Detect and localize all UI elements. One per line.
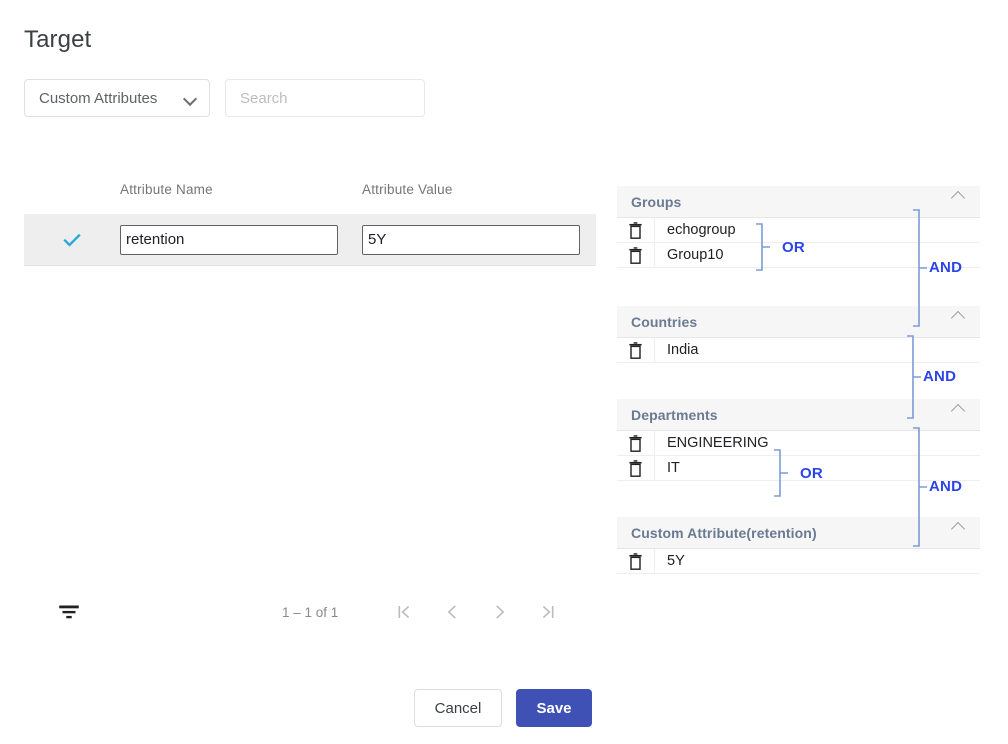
rule-summary-panel: Groups echogroup Group10 Countries India… — [617, 186, 980, 574]
table-header-row: Attribute Name Attribute Value — [24, 176, 596, 214]
chevron-up-icon[interactable] — [952, 308, 966, 322]
chevron-right-icon — [496, 605, 505, 619]
operator-label-groups-inner: OR — [782, 239, 805, 256]
column-header-attribute-value: Attribute Value — [362, 182, 453, 197]
pagination-range-label: 1 – 1 of 1 — [282, 604, 339, 620]
rule-group-title: Custom Attribute(retention) — [631, 524, 817, 541]
delete-rule-button[interactable] — [617, 243, 655, 267]
search-input[interactable] — [225, 79, 425, 117]
target-dialog: Target Custom Attributes Attribute Name … — [0, 0, 1008, 744]
operator-label-and-2: AND — [923, 368, 957, 385]
trash-icon — [629, 552, 642, 570]
delete-rule-button[interactable] — [617, 456, 655, 480]
rule-item-label: ENGINEERING — [667, 435, 769, 451]
rule-item-label: Group10 — [667, 247, 724, 263]
trash-icon — [629, 459, 642, 477]
delete-rule-button[interactable] — [617, 218, 655, 242]
delete-rule-button[interactable] — [617, 431, 655, 455]
attribute-type-select-value: Custom Attributes — [39, 89, 158, 107]
rule-group-header[interactable]: Groups — [617, 186, 980, 218]
check-icon — [63, 233, 81, 247]
rule-group-custom-attribute: Custom Attribute(retention) 5Y — [617, 517, 980, 574]
trash-icon — [629, 246, 642, 264]
paginator: 1 – 1 of 1 — [24, 588, 596, 636]
cancel-button[interactable]: Cancel — [414, 689, 502, 727]
rule-group-countries: Countries India — [617, 306, 980, 363]
rule-item: India — [617, 338, 980, 363]
rule-group-title: Departments — [631, 406, 718, 423]
trash-icon — [629, 341, 642, 359]
rule-item-label: India — [667, 342, 699, 358]
save-button[interactable]: Save — [516, 689, 592, 727]
operator-label-and-1: AND — [929, 259, 963, 276]
chevron-up-icon[interactable] — [952, 519, 966, 533]
chevron-left-icon — [447, 605, 457, 619]
attribute-name-input[interactable] — [120, 224, 338, 255]
row-select-checkmark[interactable] — [24, 229, 120, 251]
attributes-table: Attribute Name Attribute Value — [24, 176, 596, 266]
delete-rule-button[interactable] — [617, 338, 655, 362]
first-page-button[interactable] — [380, 591, 428, 633]
attribute-value-input[interactable] — [362, 224, 580, 255]
rule-item-label: 5Y — [667, 553, 685, 569]
table-row[interactable] — [24, 214, 596, 266]
chevron-up-icon[interactable] — [952, 401, 966, 415]
rule-item: 5Y — [617, 549, 980, 574]
next-page-button[interactable] — [476, 591, 524, 633]
operator-label-departments-inner: OR — [800, 465, 823, 482]
column-header-select — [24, 176, 120, 182]
trash-icon — [629, 221, 642, 239]
rule-item: ENGINEERING — [617, 431, 980, 456]
delete-rule-button[interactable] — [617, 549, 655, 573]
filter-list-icon[interactable] — [56, 599, 82, 625]
rule-item-label: echogroup — [667, 222, 736, 238]
rule-group-title: Groups — [631, 193, 682, 210]
last-page-icon — [543, 605, 554, 619]
rule-group-header[interactable]: Custom Attribute(retention) — [617, 517, 980, 549]
attribute-type-select[interactable]: Custom Attributes — [24, 79, 210, 117]
first-page-icon — [398, 605, 410, 619]
filter-bar: Custom Attributes — [24, 79, 425, 117]
column-header-attribute-name: Attribute Name — [120, 182, 213, 197]
previous-page-button[interactable] — [428, 591, 476, 633]
attribute-name-cell — [120, 224, 362, 255]
trash-icon — [629, 434, 642, 452]
attribute-value-cell — [362, 224, 596, 255]
rule-group-header[interactable]: Departments — [617, 399, 980, 431]
operator-label-and-3: AND — [929, 478, 963, 495]
dialog-actions: Cancel Save — [414, 689, 592, 727]
rule-group-header[interactable]: Countries — [617, 306, 980, 338]
rule-item: IT — [617, 456, 980, 481]
rule-item-label: IT — [667, 460, 680, 476]
last-page-button[interactable] — [524, 591, 572, 633]
chevron-up-icon[interactable] — [952, 188, 966, 202]
page-title: Target — [24, 26, 92, 53]
rule-group-departments: Departments ENGINEERING IT — [617, 399, 980, 481]
rule-group-title: Countries — [631, 313, 698, 330]
pagination-buttons — [380, 591, 572, 633]
chevron-down-icon — [184, 92, 197, 105]
